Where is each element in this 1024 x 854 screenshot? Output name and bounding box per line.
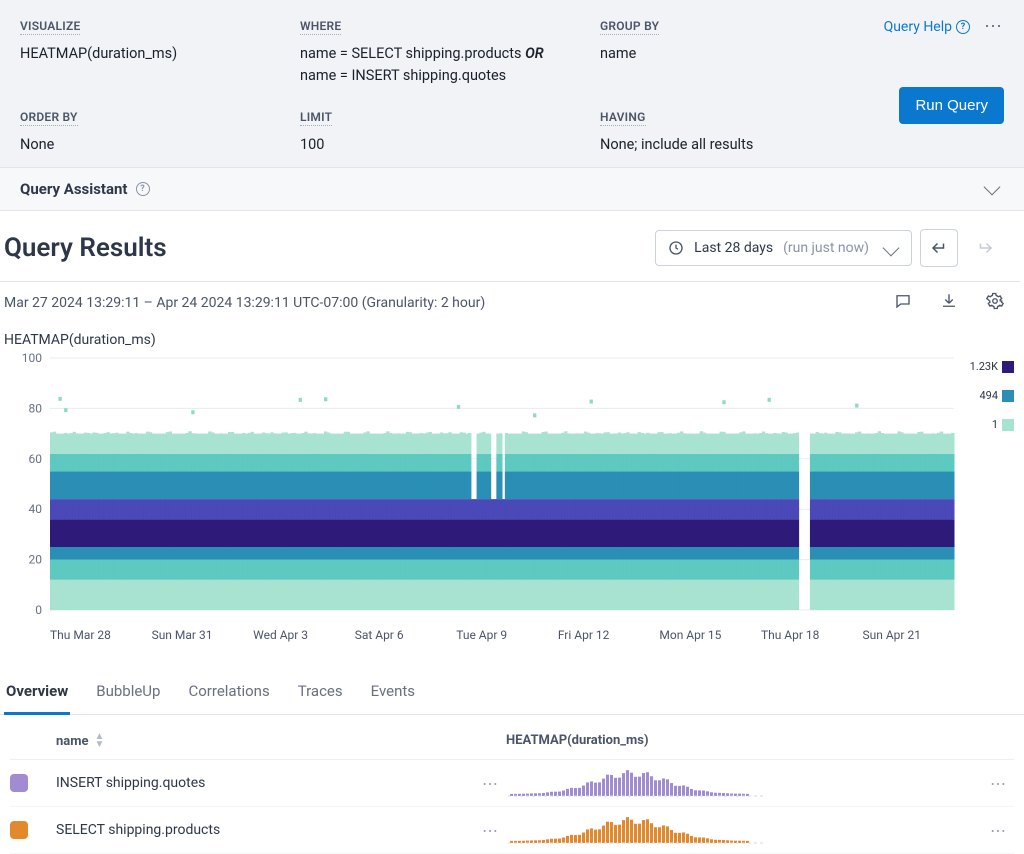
row-more-icon[interactable]: ⋯ — [474, 774, 506, 793]
svg-text:60: 60 — [29, 452, 43, 466]
tab-bubbleup[interactable]: BubbleUp — [94, 672, 162, 714]
series-name: INSERT shipping.quotes — [56, 775, 205, 791]
chevron-down-icon — [984, 179, 1001, 196]
arrow-back-icon — [930, 239, 948, 257]
time-window-text: Mar 27 2024 13:29:11 – Apr 24 2024 13:29… — [4, 295, 485, 311]
query-builder: VISUALIZE HEATMAP(duration_ms) WHERE nam… — [0, 0, 1024, 168]
svg-text:0: 0 — [35, 603, 42, 617]
query-help-link[interactable]: Query Help ? — [884, 19, 970, 35]
clock-icon — [668, 240, 684, 256]
row-more-icon[interactable]: ⋯ — [982, 821, 1014, 840]
table-row[interactable]: INSERT shipping.quotes ⋯ ⋯ — [10, 760, 1014, 807]
col-name[interactable]: name — [56, 734, 89, 749]
where-value[interactable]: name = SELECT shipping.products OR name … — [300, 43, 600, 87]
series-swatch — [10, 774, 28, 792]
table-row[interactable]: SELECT shipping.products ⋯ ⋯ — [10, 807, 1014, 854]
time-back-button[interactable] — [920, 229, 958, 267]
having-label[interactable]: HAVING — [600, 110, 646, 126]
tab-traces[interactable]: Traces — [296, 672, 345, 714]
comment-icon[interactable] — [894, 292, 912, 314]
sparkline — [506, 815, 766, 845]
col-heatmap[interactable]: HEATMAP(duration_ms) — [506, 733, 649, 748]
tab-correlations[interactable]: Correlations — [186, 672, 271, 714]
run-query-button[interactable]: Run Query — [899, 87, 1004, 124]
arrow-forward-icon — [976, 239, 994, 257]
chart-title: HEATMAP(duration_ms) — [4, 320, 1014, 352]
svg-text:20: 20 — [29, 553, 43, 567]
having-value[interactable]: None; include all results — [600, 136, 753, 153]
visualize-label[interactable]: VISUALIZE — [20, 19, 80, 35]
tab-events[interactable]: Events — [369, 672, 417, 714]
series-name: SELECT shipping.products — [56, 822, 220, 838]
sparkline — [506, 768, 766, 798]
svg-text:100: 100 — [22, 352, 42, 365]
results-title: Query Results — [4, 233, 167, 263]
help-icon: ? — [136, 182, 150, 196]
time-forward-button — [966, 229, 1004, 267]
groupby-label[interactable]: GROUP BY — [600, 19, 659, 35]
row-more-icon[interactable]: ⋯ — [474, 821, 506, 840]
more-icon[interactable]: ⋯ — [982, 18, 1004, 36]
download-icon[interactable] — [940, 292, 958, 314]
series-swatch — [10, 821, 28, 839]
help-icon: ? — [956, 20, 970, 34]
row-more-icon[interactable]: ⋯ — [982, 774, 1014, 793]
svg-text:40: 40 — [29, 502, 43, 516]
time-range-picker[interactable]: Last 28 days (run just now) — [655, 230, 912, 266]
heatmap-chart[interactable]: 020406080100 Thu Mar 28Sun Mar 31Wed Apr… — [4, 352, 1014, 642]
limit-label[interactable]: LIMIT — [300, 110, 332, 126]
visualize-value[interactable]: HEATMAP(duration_ms) — [20, 45, 177, 62]
orderby-value[interactable]: None — [20, 136, 54, 153]
limit-value[interactable]: 100 — [300, 136, 324, 153]
settings-icon[interactable] — [986, 292, 1004, 314]
query-assistant-row[interactable]: Query Assistant ? — [0, 168, 1024, 211]
tab-overview[interactable]: Overview — [4, 672, 70, 715]
heatmap-svg: 0 20 40 60 80 100 — [4, 352, 964, 622]
results-header: Query Results Last 28 days (run just now… — [0, 211, 1024, 281]
svg-text:80: 80 — [29, 402, 43, 416]
results-tabs: Overview BubbleUp Correlations Traces Events — [0, 672, 1024, 715]
sort-icon[interactable]: ▲▼ — [95, 733, 105, 749]
orderby-label[interactable]: ORDER BY — [20, 110, 78, 126]
results-meta: Mar 27 2024 13:29:11 – Apr 24 2024 13:29… — [0, 282, 1024, 320]
groupby-value[interactable]: name — [600, 45, 636, 62]
heatmap-legend: 1.23K4941 — [964, 352, 1014, 431]
where-label[interactable]: WHERE — [300, 19, 341, 35]
query-assistant-title: Query Assistant — [20, 180, 128, 198]
results-table: name ▲▼ HEATMAP(duration_ms) INSERT ship… — [0, 715, 1024, 854]
